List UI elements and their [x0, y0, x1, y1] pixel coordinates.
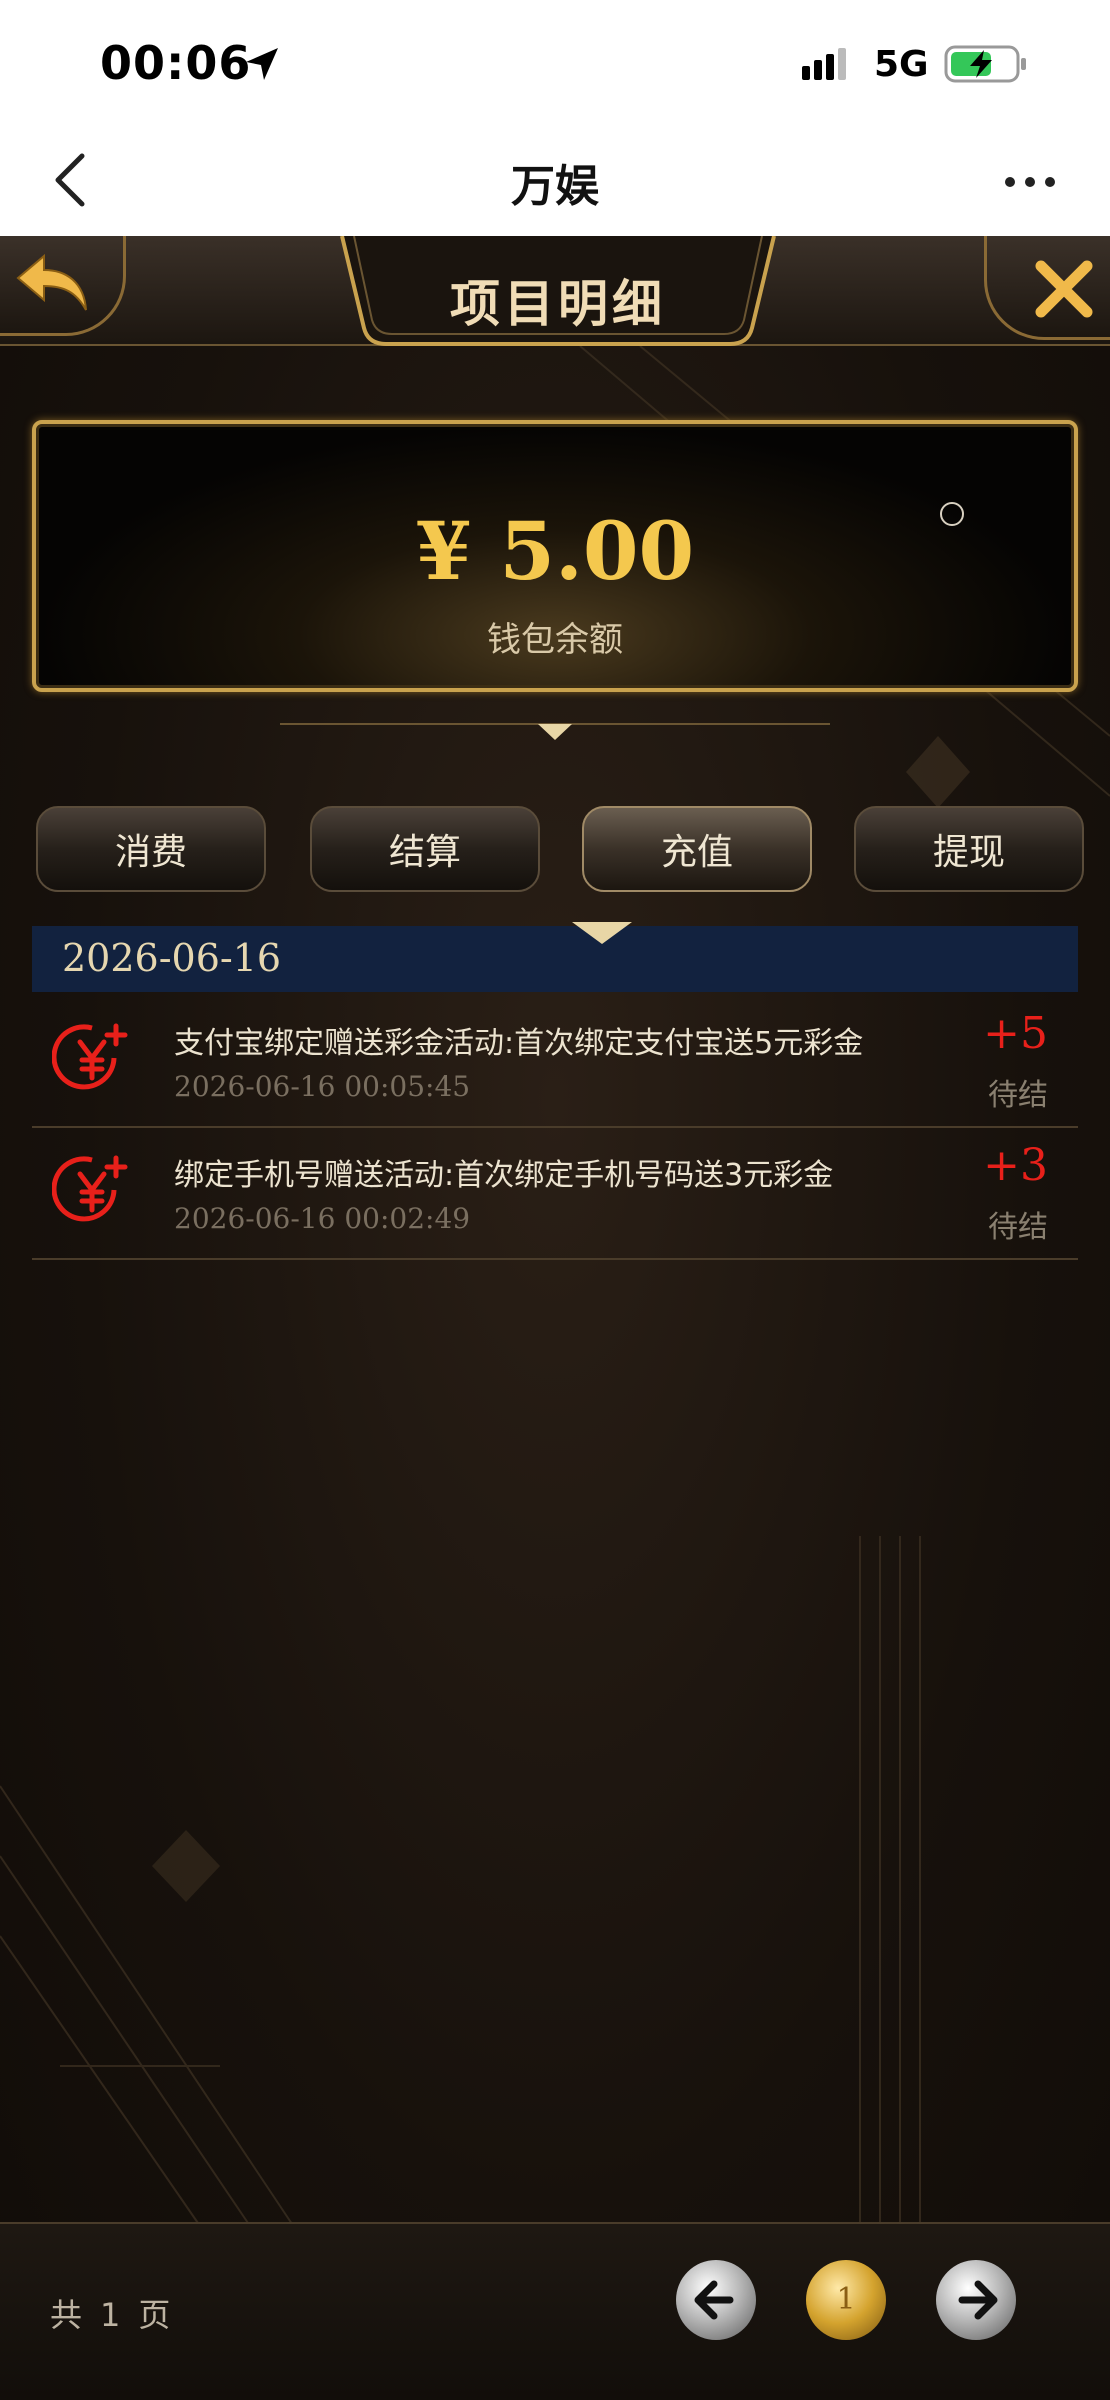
tab-consume[interactable]: 消费 — [36, 806, 266, 892]
close-icon — [1035, 260, 1093, 318]
record-time: 2026-06-16 00:02:49 — [174, 1202, 471, 1235]
network-type: 5G — [874, 44, 929, 85]
back-arrow-icon — [16, 253, 87, 311]
pagination-footer: 共1页 1 — [0, 2222, 1110, 2400]
date-group-header: 2026-06-16 — [32, 922, 1078, 992]
divider-arrow — [280, 723, 830, 740]
date-group-label: 2026-06-16 — [62, 936, 282, 980]
status-bar: 00:06 5G — [0, 0, 1110, 130]
balance-label: 钱包余额 — [487, 620, 623, 660]
signal-icon — [802, 48, 846, 80]
prev-page-button[interactable] — [676, 2260, 756, 2340]
page-title: 项目明细 — [450, 275, 666, 333]
balance-card: ¥ 5.00 钱包余额 — [32, 420, 1078, 692]
balance-amount: ¥ 5.00 — [415, 504, 695, 598]
record-amount: +3 — [983, 1140, 1048, 1191]
location-arrow-icon — [246, 48, 278, 80]
page-count-suffix: 页 — [138, 2296, 171, 2334]
status-time: 00:06 — [100, 36, 252, 90]
page-count-value: 1 — [100, 2296, 121, 2334]
list-item[interactable]: 支付宝绑定赠送彩金活动:首次绑定支付宝送5元彩金 2026-06-16 00:0… — [32, 996, 1078, 1128]
category-tabs: 消费 结算 充值 提现 — [0, 806, 1110, 896]
more-icon[interactable] — [1000, 172, 1060, 192]
nav-bar: 万娱 — [0, 130, 1110, 236]
title-tab: 项目明细 — [340, 236, 776, 348]
record-time: 2026-06-16 00:05:45 — [174, 1070, 471, 1103]
next-page-button[interactable] — [936, 2260, 1016, 2340]
nav-title: 万娱 — [511, 161, 599, 212]
page-count-prefix: 共 — [50, 2296, 83, 2334]
arrow-right-icon — [958, 2280, 998, 2320]
current-page-button[interactable]: 1 — [806, 2260, 886, 2340]
yuan-plus-icon — [52, 1023, 128, 1090]
tab-withdraw[interactable]: 提现 — [854, 806, 1084, 892]
yuan-plus-icon — [52, 1155, 128, 1222]
record-title: 绑定手机号赠送活动:首次绑定手机号码送3元彩金 — [174, 1158, 834, 1193]
app-content: 项目明细 ¥ 5.00 钱包余额 消费 结算 充值 提现 2026-06-16 … — [0, 236, 1110, 2400]
record-title: 支付宝绑定赠送彩金活动:首次绑定支付宝送5元彩金 — [174, 1026, 864, 1061]
record-status: 待结 — [988, 1210, 1048, 1245]
record-amount: +5 — [983, 1008, 1048, 1059]
close-button[interactable] — [984, 236, 1110, 340]
page-count: 共1页 — [50, 2290, 188, 2336]
record-status: 待结 — [988, 1078, 1048, 1113]
tab-recharge[interactable]: 充值 — [582, 806, 812, 892]
tab-settlement[interactable]: 结算 — [310, 806, 540, 892]
date-notch — [572, 922, 632, 944]
arrow-left-icon — [694, 2280, 734, 2320]
battery-charging-icon — [944, 45, 1026, 83]
list-item[interactable]: 绑定手机号赠送活动:首次绑定手机号码送3元彩金 2026-06-16 00:02… — [32, 1128, 1078, 1260]
